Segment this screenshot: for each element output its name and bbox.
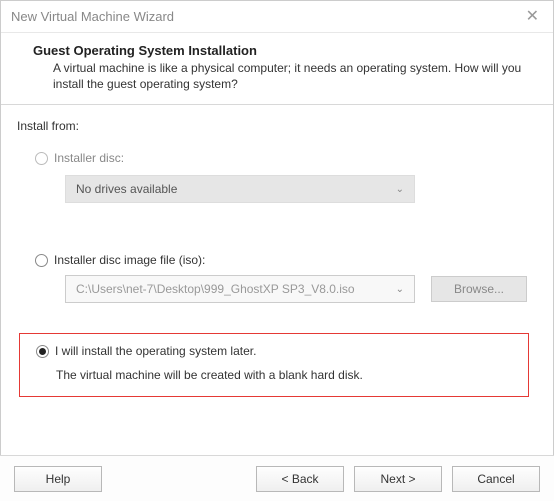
- radio-label: Installer disc:: [54, 151, 124, 165]
- next-button[interactable]: Next >: [354, 466, 442, 492]
- radio-label: Installer disc image file (iso):: [54, 253, 205, 267]
- window-title: New Virtual Machine Wizard: [11, 9, 174, 24]
- iso-path-text: C:\Users\net-7\Desktop\999_GhostXP SP3_V…: [76, 282, 355, 296]
- option-install-later-highlight: I will install the operating system late…: [19, 333, 529, 397]
- chevron-down-icon: ⌄: [396, 284, 404, 295]
- radio-icon: [35, 152, 48, 165]
- wizard-header: Guest Operating System Installation A vi…: [1, 33, 553, 105]
- disc-dropdown-text: No drives available: [76, 182, 177, 196]
- install-from-label: Install from:: [17, 119, 537, 133]
- help-button[interactable]: Help: [14, 466, 102, 492]
- option-installer-disc: Installer disc: No drives available ⌄: [35, 151, 537, 203]
- disc-dropdown[interactable]: No drives available ⌄: [65, 175, 415, 203]
- radio-icon: [35, 254, 48, 267]
- cancel-button[interactable]: Cancel: [452, 466, 540, 492]
- wizard-footer: Help < Back Next > Cancel: [0, 455, 554, 501]
- browse-label: Browse...: [454, 282, 504, 296]
- header-desc: A virtual machine is like a physical com…: [33, 60, 535, 92]
- iso-path-dropdown[interactable]: C:\Users\net-7\Desktop\999_GhostXP SP3_V…: [65, 275, 415, 303]
- close-icon[interactable]: ✕: [520, 9, 545, 25]
- option-installer-iso: Installer disc image file (iso): C:\User…: [35, 253, 537, 303]
- browse-button[interactable]: Browse...: [431, 276, 527, 302]
- back-button[interactable]: < Back: [256, 466, 344, 492]
- install-later-note: The virtual machine will be created with…: [56, 368, 516, 382]
- radio-installer-disc[interactable]: Installer disc:: [35, 151, 537, 165]
- radio-label: I will install the operating system late…: [55, 344, 256, 358]
- radio-install-later[interactable]: I will install the operating system late…: [36, 344, 516, 358]
- chevron-down-icon: ⌄: [396, 184, 404, 195]
- header-title: Guest Operating System Installation: [33, 43, 535, 58]
- wizard-body: Install from: Installer disc: No drives …: [1, 105, 553, 397]
- radio-installer-iso[interactable]: Installer disc image file (iso):: [35, 253, 537, 267]
- radio-icon: [36, 345, 49, 358]
- titlebar: New Virtual Machine Wizard ✕: [1, 1, 553, 33]
